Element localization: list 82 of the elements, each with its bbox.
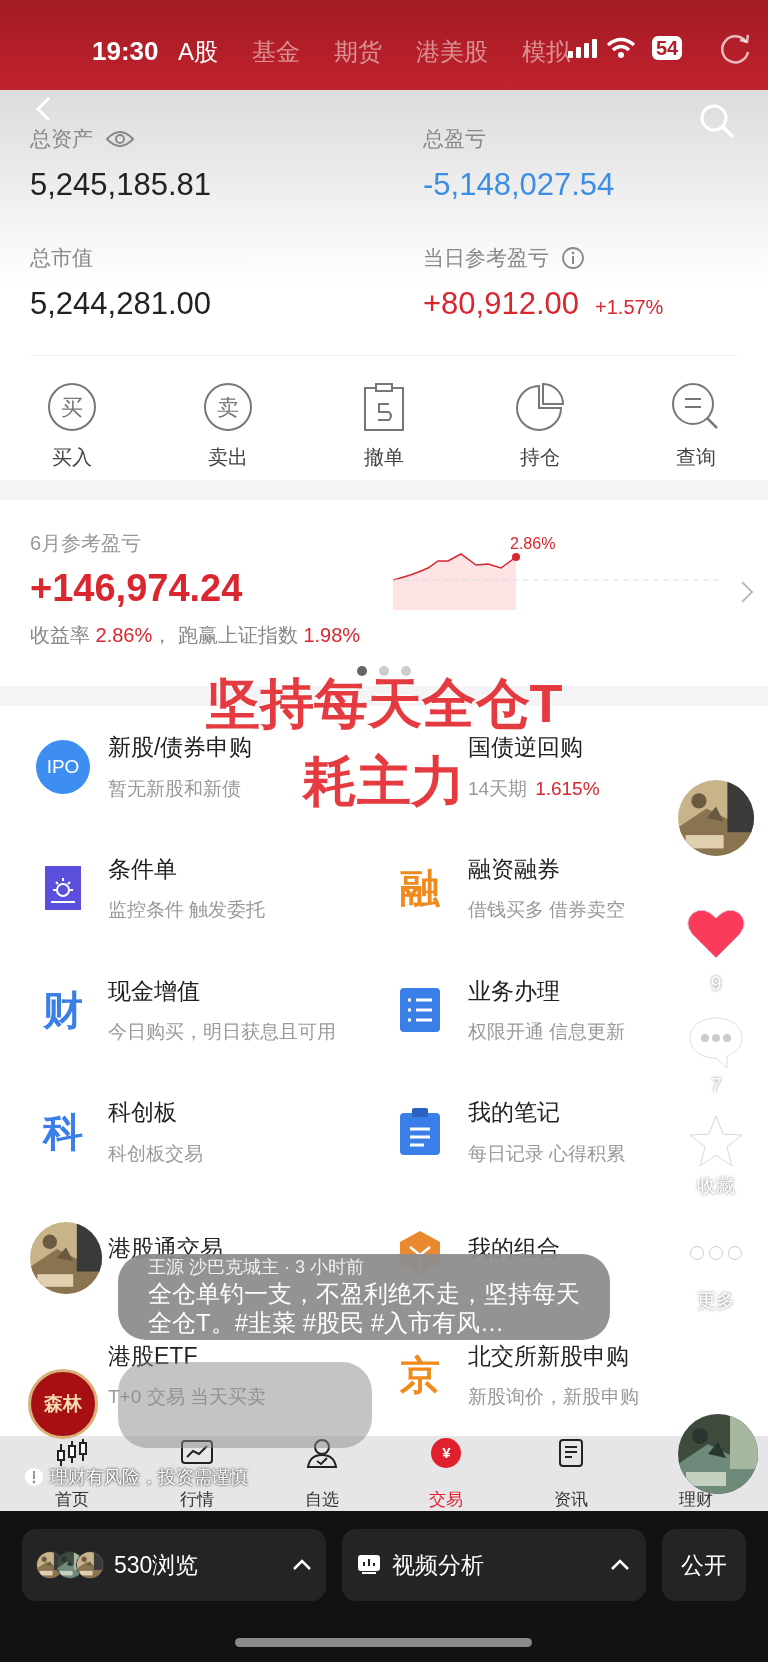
glyph-icon[interactable]: 科 [43, 1101, 83, 1162]
bar-chart-icon [357, 1555, 380, 1575]
return-rate-text: 收益率 2.86%， 跑赢上证指数 1.98% [30, 623, 361, 648]
asset-value: +80,912.00 [423, 284, 579, 323]
service-subtitle: 借钱买多 借券卖空 [468, 898, 626, 923]
service-title[interactable]: 国债逆回购 [468, 730, 583, 765]
refresh-icon[interactable] [718, 32, 752, 66]
monthly-value: +146,974.24 [30, 566, 243, 611]
heart-icon[interactable] [687, 908, 745, 960]
person-icon[interactable] [304, 1438, 339, 1468]
yuan-icon[interactable]: ¥ [431, 1438, 462, 1468]
action-label[interactable]: 持仓 [520, 442, 560, 472]
nav-tab[interactable]: 行情 [180, 1490, 214, 1510]
document-icon[interactable] [557, 1438, 584, 1468]
video-caption: 耗主力 [303, 752, 465, 810]
star-icon[interactable] [688, 1114, 744, 1168]
asset-label: 总盈亏 [423, 126, 486, 153]
chevron-up-icon [291, 1559, 312, 1571]
signal-icon [568, 38, 598, 58]
chart-icon[interactable] [180, 1439, 214, 1467]
service-subtitle: 监控条件 触发委托 [108, 898, 266, 923]
action-label[interactable]: 买入 [52, 442, 92, 472]
comment-author: 王源 沙巴克城主 · 3 小时前 [148, 1257, 364, 1278]
asset-label: 总资产 [30, 126, 93, 153]
nav-tab[interactable]: 交易 [429, 1490, 464, 1510]
card-label: 6月参考盈亏 [30, 531, 142, 556]
candlestick-icon[interactable] [56, 1438, 89, 1468]
like-count: 9 [710, 971, 722, 996]
service-subtitle: 暂无新股和新债 [108, 776, 241, 801]
action-icon[interactable]: 卖 [204, 383, 252, 431]
list-icon[interactable] [398, 986, 442, 1035]
nav-tab[interactable]: 理财 [678, 1490, 713, 1510]
asset-value: -5,148,027.54 [423, 166, 615, 204]
comment-text: 全仓单钓一支，不盈利绝不走，坚持每天全仓T。#韭菜 #股民 #入市有风… [148, 1279, 580, 1337]
service-title[interactable]: 北交所新股申购 [468, 1338, 629, 1374]
status-time: 19:30 [92, 35, 159, 68]
service-title[interactable]: 条件单 [108, 852, 177, 887]
service-subtitle: 14天期 [468, 776, 528, 801]
action-label[interactable]: 撤单 [364, 442, 404, 472]
service-title[interactable]: 港股ETF [108, 1338, 198, 1374]
comment-count: 7 [710, 1073, 722, 1098]
asset-label: 当日参考盈亏 [423, 244, 549, 271]
service-title[interactable]: 科创板 [108, 1095, 177, 1130]
wifi-icon [606, 37, 636, 59]
more-label: 更多 [697, 1288, 735, 1313]
views-button[interactable]: 530浏览 [22, 1529, 326, 1601]
info-icon [561, 245, 585, 270]
pie-chart-icon[interactable] [515, 382, 565, 432]
action-label[interactable]: 查询 [676, 442, 716, 472]
asset-label: 总市值 [30, 244, 93, 271]
service-subtitle: 科创板交易 [108, 1141, 203, 1166]
rate-value: 1.615% [535, 776, 600, 801]
nav-tab[interactable]: 自选 [304, 1490, 339, 1510]
asset-value: 5,244,281.00 [30, 284, 211, 323]
service-subtitle: 权限开通 信息更新 [468, 1020, 626, 1045]
action-icon[interactable]: 买 [48, 383, 96, 431]
service-title[interactable]: 我的笔记 [468, 1095, 560, 1130]
service-subtitle: 每日记录 心得积累 [468, 1141, 626, 1166]
asset-value: 5,245,185.81 [30, 166, 211, 204]
service-subtitle: 今日购买，明日获息且可用 [108, 1020, 336, 1045]
service-subtitle: 新股询价，新股申购 [468, 1385, 639, 1410]
publish-button[interactable]: 公开 [661, 1529, 746, 1601]
eye-icon [105, 129, 135, 149]
chevron-up-icon [609, 1559, 630, 1571]
analysis-button[interactable]: 视频分析 [341, 1529, 646, 1601]
risk-notice-text: 理财有风险，投资需谨慎 [50, 1467, 248, 1487]
service-title[interactable]: 业务办理 [468, 973, 560, 1009]
battery-level: 54 [652, 36, 683, 60]
action-label[interactable]: 卖出 [208, 442, 248, 472]
chart-value-label: 2.86% [510, 534, 556, 554]
info-icon [24, 1467, 44, 1487]
top-tab[interactable]: A股 [178, 34, 218, 70]
service-title[interactable]: 现金增值 [108, 973, 200, 1009]
nav-tab[interactable]: 资讯 [553, 1490, 588, 1510]
favorite-label: 收藏 [697, 1174, 735, 1198]
clipboard-icon[interactable] [398, 1106, 442, 1157]
change-percent: +1.57% [595, 294, 664, 320]
nav-tab[interactable]: 首页 [55, 1490, 90, 1510]
glyph-icon[interactable]: 财 [43, 980, 83, 1041]
clipboard-undo-icon[interactable] [362, 382, 406, 432]
service-title[interactable]: 融资融券 [468, 852, 560, 887]
service-title[interactable]: 新股/债券申购 [108, 730, 253, 765]
